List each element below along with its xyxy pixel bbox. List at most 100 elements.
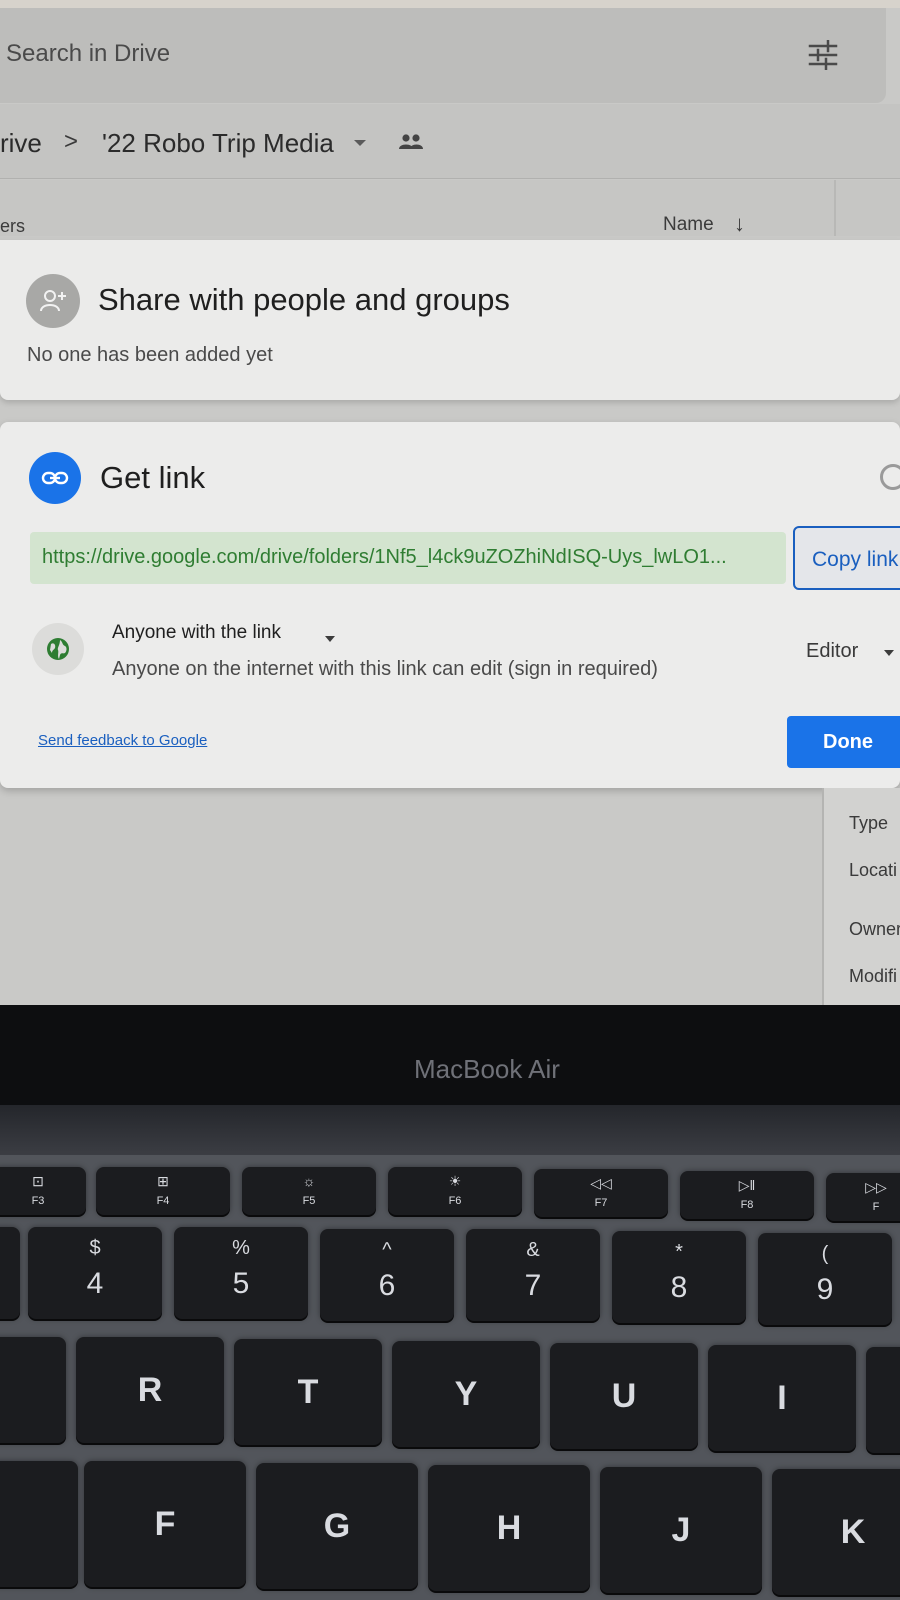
key-9-label: 9 bbox=[816, 1273, 834, 1306]
share-url-text[interactable]: https://drive.google.com/drive/folders/1… bbox=[42, 546, 727, 569]
shared-people-icon bbox=[399, 134, 423, 149]
key-9[interactable]: ( 9 bbox=[758, 1233, 892, 1325]
key-f9-label: F bbox=[872, 1201, 880, 1213]
sort-by-name-button[interactable]: Name bbox=[663, 214, 714, 236]
key-9-shift: ( bbox=[821, 1243, 829, 1265]
key-5[interactable]: % 5 bbox=[174, 1227, 308, 1319]
key-h[interactable]: H bbox=[428, 1465, 590, 1591]
key-y-label: Y bbox=[454, 1375, 478, 1413]
key-j-label: J bbox=[671, 1511, 691, 1549]
key-f3[interactable]: ⊡ F3 bbox=[0, 1167, 86, 1215]
keyboard-brightness-up-icon: ☀ bbox=[448, 1173, 462, 1189]
key-o-partial[interactable] bbox=[866, 1347, 900, 1453]
get-link-card: Get link https://drive.google.com/drive/… bbox=[0, 422, 900, 788]
key-f[interactable]: F bbox=[84, 1461, 246, 1587]
send-feedback-link[interactable]: Send feedback to Google bbox=[38, 732, 207, 749]
breadcrumb-current-folder[interactable]: '22 Robo Trip Media bbox=[102, 128, 334, 159]
key-i[interactable]: I bbox=[708, 1345, 856, 1451]
breadcrumb: rive > '22 Robo Trip Media bbox=[0, 104, 900, 179]
search-bar[interactable]: Search in Drive bbox=[0, 8, 886, 103]
key-f3-label: F3 bbox=[31, 1195, 45, 1207]
key-8[interactable]: * 8 bbox=[612, 1231, 746, 1323]
link-access-description: Anyone on the internet with this link ca… bbox=[112, 658, 658, 680]
key-i-label: I bbox=[777, 1379, 787, 1417]
key-5-label: 5 bbox=[232, 1267, 250, 1300]
copy-link-label: Copy link bbox=[812, 548, 899, 571]
role-dropdown[interactable]: Editor bbox=[806, 640, 858, 663]
drive-screen: Search in Drive rive > '22 Robo Trip Med… bbox=[0, 0, 900, 1005]
key-e-partial[interactable] bbox=[0, 1337, 66, 1443]
key-5-shift: % bbox=[232, 1237, 250, 1259]
key-u-label: U bbox=[611, 1377, 637, 1415]
settings-gear-icon[interactable] bbox=[880, 464, 900, 490]
filter-options-icon[interactable] bbox=[808, 40, 838, 70]
laptop-hinge bbox=[0, 1105, 900, 1155]
done-button-label: Done bbox=[823, 731, 873, 753]
key-f8[interactable]: ▷ǁ F8 bbox=[680, 1171, 814, 1219]
play-pause-icon: ▷ǁ bbox=[738, 1177, 756, 1193]
detail-label-owner: Owner bbox=[849, 919, 900, 939]
list-header-left-label: ers bbox=[0, 216, 26, 236]
key-4[interactable]: $ 4 bbox=[28, 1227, 162, 1319]
key-f7[interactable]: ◁◁ F7 bbox=[534, 1169, 668, 1217]
panel-divider bbox=[834, 180, 836, 236]
key-f-label: F bbox=[154, 1505, 176, 1543]
keyboard-brightness-down-icon: ☼ bbox=[302, 1173, 316, 1189]
laptop-brand-label: MacBook Air bbox=[414, 1054, 560, 1084]
key-t-label: T bbox=[297, 1373, 319, 1411]
key-6[interactable]: ^ 6 bbox=[320, 1229, 454, 1321]
share-people-title: Share with people and groups bbox=[98, 282, 510, 317]
key-r-label: R bbox=[137, 1371, 163, 1409]
rewind-icon: ◁◁ bbox=[590, 1175, 612, 1191]
share-people-subtitle: No one has been added yet bbox=[27, 344, 273, 366]
add-person-icon bbox=[26, 274, 80, 328]
key-t[interactable]: T bbox=[234, 1339, 382, 1445]
detail-label-location: Locati bbox=[849, 860, 898, 880]
key-8-shift: * bbox=[675, 1241, 683, 1263]
key-f4[interactable]: ⊞ F4 bbox=[96, 1167, 230, 1215]
key-f6[interactable]: ☀ F6 bbox=[388, 1167, 522, 1215]
breadcrumb-root[interactable]: rive bbox=[0, 128, 42, 159]
key-r[interactable]: R bbox=[76, 1337, 224, 1443]
fast-forward-icon: ▷▷ bbox=[865, 1179, 887, 1195]
key-f6-label: F6 bbox=[448, 1195, 462, 1207]
access-dropdown-caret-icon[interactable] bbox=[325, 636, 335, 642]
folder-menu-caret-icon[interactable] bbox=[354, 140, 366, 146]
detail-label-modified: Modifi bbox=[849, 966, 898, 986]
key-f5-label: F5 bbox=[302, 1195, 316, 1207]
search-input[interactable]: Search in Drive bbox=[6, 40, 170, 68]
key-4-label: 4 bbox=[86, 1267, 104, 1300]
key-f5[interactable]: ☼ F5 bbox=[242, 1167, 376, 1215]
key-d-partial[interactable] bbox=[0, 1461, 78, 1587]
mission-control-icon: ⊡ bbox=[32, 1173, 44, 1189]
copy-link-button[interactable]: Copy link bbox=[793, 526, 900, 590]
key-8-label: 8 bbox=[670, 1271, 688, 1304]
key-4-shift: $ bbox=[89, 1237, 101, 1259]
link-icon bbox=[29, 452, 81, 504]
key-6-shift: ^ bbox=[382, 1239, 392, 1261]
details-panel: Type Locati Owner Modifi bbox=[822, 788, 900, 1005]
key-k-label: K bbox=[840, 1513, 866, 1551]
key-f8-label: F8 bbox=[740, 1199, 754, 1211]
done-button[interactable]: Done bbox=[787, 716, 900, 768]
key-y[interactable]: Y bbox=[392, 1341, 540, 1447]
key-g[interactable]: G bbox=[256, 1463, 418, 1589]
get-link-title: Get link bbox=[100, 460, 206, 495]
window-top-edge bbox=[0, 0, 900, 8]
key-f7-label: F7 bbox=[594, 1197, 608, 1209]
link-access-dropdown[interactable]: Anyone with the link bbox=[112, 622, 281, 644]
role-dropdown-caret-icon[interactable] bbox=[884, 650, 894, 656]
key-k[interactable]: K bbox=[772, 1469, 900, 1595]
key-partial-left[interactable] bbox=[0, 1227, 20, 1319]
key-f9[interactable]: ▷▷ F bbox=[826, 1173, 900, 1221]
key-7[interactable]: & 7 bbox=[466, 1229, 600, 1321]
key-g-label: G bbox=[323, 1507, 351, 1545]
file-list-header: ers Name ↓ bbox=[0, 180, 900, 236]
key-u[interactable]: U bbox=[550, 1343, 698, 1449]
launchpad-icon: ⊞ bbox=[157, 1173, 169, 1189]
key-7-label: 7 bbox=[524, 1269, 542, 1302]
sort-direction-arrow-icon[interactable]: ↓ bbox=[734, 211, 745, 237]
key-6-label: 6 bbox=[378, 1269, 396, 1302]
key-j[interactable]: J bbox=[600, 1467, 762, 1593]
share-url-field[interactable]: https://drive.google.com/drive/folders/1… bbox=[30, 532, 786, 584]
